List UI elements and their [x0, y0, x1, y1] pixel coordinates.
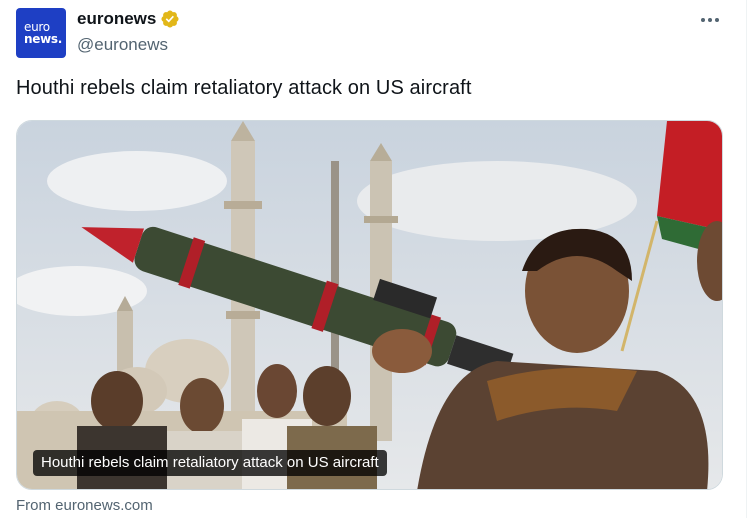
- author-handle[interactable]: @euronews: [77, 35, 168, 55]
- tweet-card[interactable]: euro news. euronews @euronews Houthi reb…: [0, 0, 747, 518]
- dot: [701, 18, 705, 22]
- more-horizontal-icon[interactable]: [692, 6, 728, 34]
- tweet-text: Houthi rebels claim retaliatory attack o…: [16, 77, 472, 99]
- news-photo: [17, 121, 722, 489]
- dot: [708, 18, 712, 22]
- card-headline: Houthi rebels claim retaliatory attack o…: [33, 450, 387, 476]
- card-source-link[interactable]: From euronews.com: [16, 497, 153, 514]
- avatar-logo-line2: news.: [24, 32, 62, 46]
- verified-badge-icon[interactable]: [160, 9, 180, 29]
- link-card-image[interactable]: [16, 120, 723, 490]
- author-name-row: euronews: [77, 9, 180, 29]
- avatar[interactable]: euro news.: [16, 8, 66, 58]
- display-name[interactable]: euronews: [77, 9, 156, 29]
- dot: [715, 18, 719, 22]
